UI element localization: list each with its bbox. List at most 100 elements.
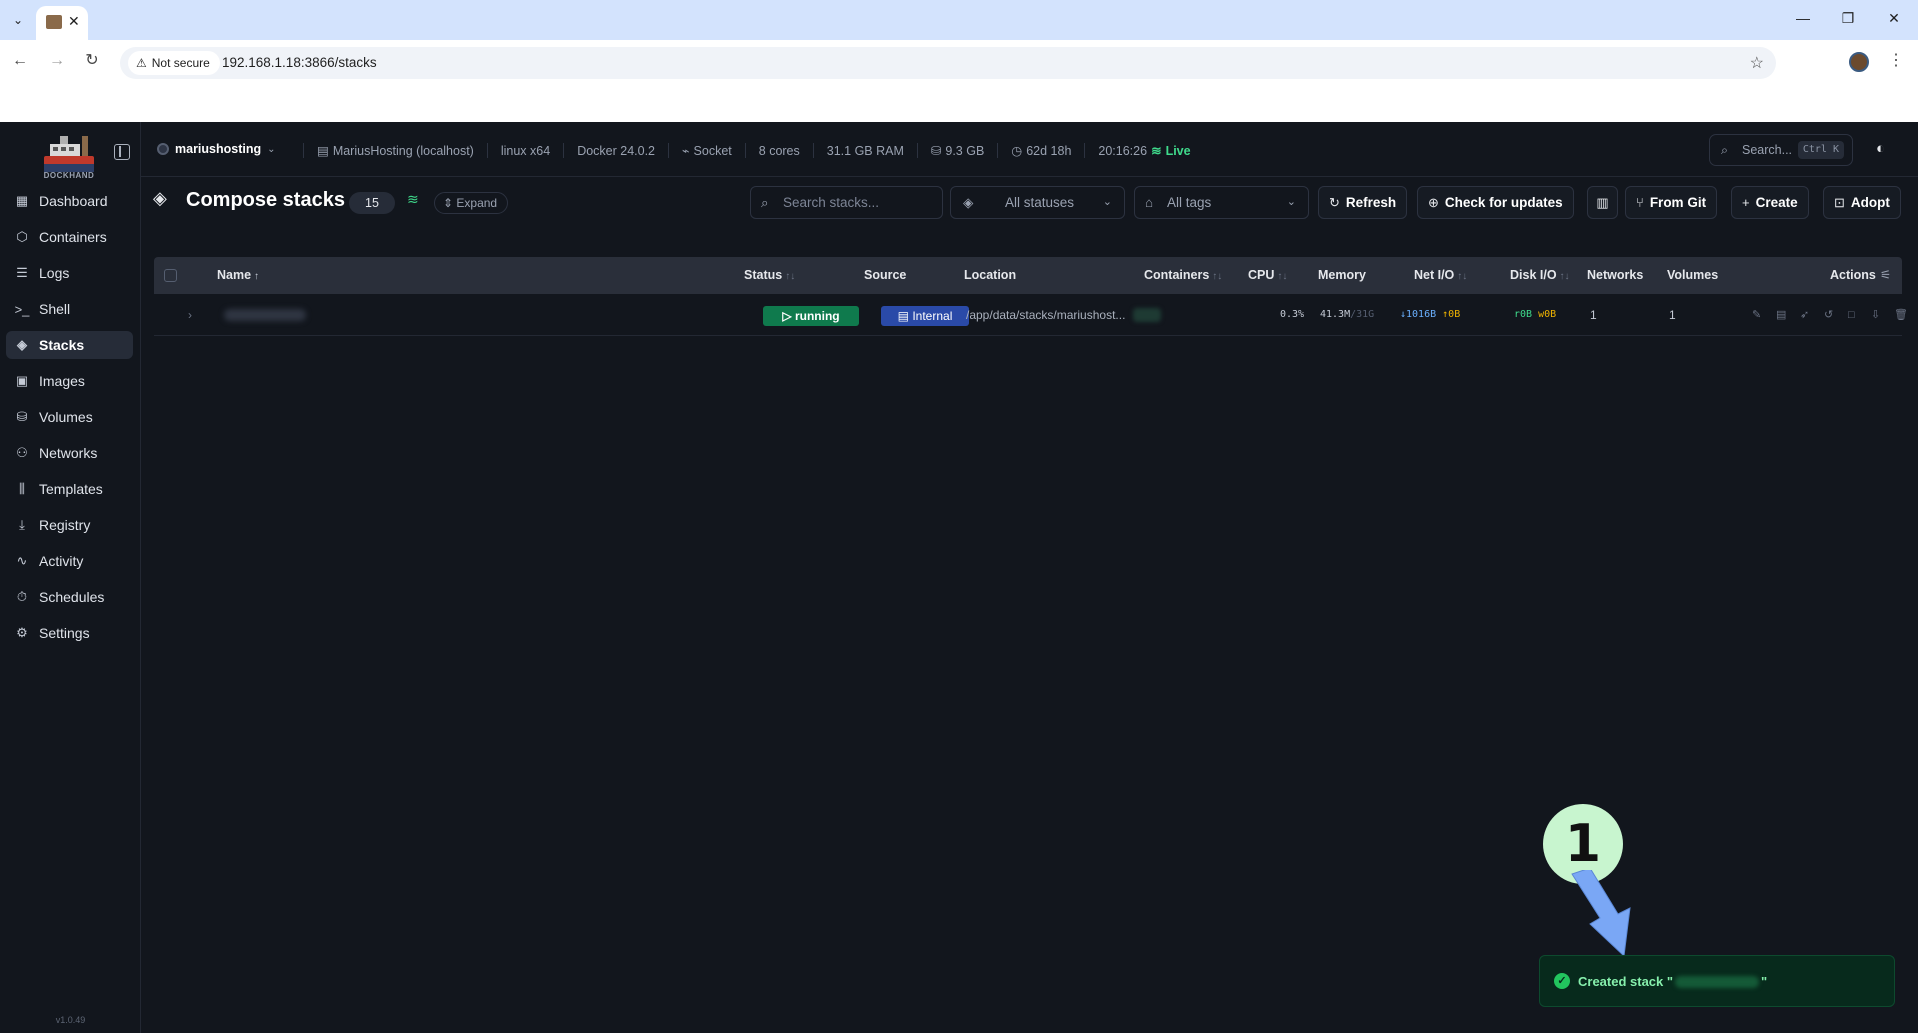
sidebar-item-images[interactable]: ▣ Images [6, 367, 133, 395]
stop-icon[interactable]: □ [1848, 294, 1855, 336]
sidebar-item-templates[interactable]: ⫼ Templates [6, 475, 133, 503]
column-net-io[interactable]: Net I/O ↑↓ [1414, 257, 1467, 295]
host-info: ▤ MariusHosting (localhost) [303, 143, 487, 158]
url-text[interactable]: 192.168.1.18:3866/stacks [222, 47, 377, 79]
delete-icon[interactable]: 🗑 [1894, 294, 1908, 336]
sidebar-item-volumes[interactable]: ⛁ Volumes [6, 403, 133, 431]
git-branch-icon: ⑂ [1636, 195, 1644, 210]
check-updates-button[interactable]: ⊕ Check for updates [1417, 186, 1574, 219]
sort-icon: ↑↓ [785, 271, 796, 282]
logs-icon[interactable]: ▤ [1776, 294, 1786, 336]
layout-toggle-button[interactable]: ▥ [1587, 186, 1618, 219]
host-label: MariusHosting (localhost) [332, 143, 474, 158]
column-containers[interactable]: Containers ↑↓ [1144, 257, 1222, 295]
edit-icon[interactable]: ✎ [1752, 294, 1761, 336]
refresh-button[interactable]: ↻ Refresh [1318, 186, 1408, 219]
column-status[interactable]: Status ↑↓ [744, 257, 795, 295]
down-icon[interactable]: ⇩ [1871, 294, 1880, 336]
activity-icon: ∿ [16, 553, 28, 568]
column-cpu[interactable]: CPU ↑↓ [1248, 257, 1287, 295]
global-search[interactable]: ⌕ Search... Ctrl K [1709, 134, 1853, 166]
sidebar-item-dashboard[interactable]: ▦ Dashboard [6, 187, 133, 215]
logo-text: DOCKHAND [43, 171, 95, 180]
search-stacks-input[interactable]: ⌕ Search stacks... [750, 186, 943, 219]
gear-icon: ⚙ [16, 625, 28, 640]
bookmark-star-icon[interactable]: ☆ [1750, 53, 1764, 73]
select-all-checkbox[interactable] [164, 269, 177, 282]
expand-label: Expand [456, 196, 498, 210]
tags-filter-value: All tags [1167, 195, 1212, 210]
memory-used: 41.3M [1320, 309, 1351, 320]
profile-avatar[interactable] [1849, 52, 1869, 72]
deploy-icon[interactable]: ➶ [1800, 294, 1809, 336]
sidebar-item-logs[interactable]: ☰ Logs [6, 259, 133, 287]
browser-menu-icon[interactable]: ⋮ [1888, 50, 1904, 70]
window-close-icon[interactable]: ✕ [1884, 10, 1904, 27]
from-git-button[interactable]: ⑂ From Git [1625, 186, 1718, 219]
platform-info: linux x64 [486, 143, 563, 158]
sidebar-item-networks[interactable]: ⚇ Networks [6, 439, 133, 467]
column-containers-label: Containers [1144, 268, 1210, 282]
time-label: 20:16:26 [1098, 143, 1148, 158]
table-header: Name ↑ Status ↑↓ Source Location Container… [154, 257, 1902, 294]
sort-icon: ↑↓ [1212, 271, 1223, 282]
restore-icon[interactable]: ❐ [1838, 10, 1858, 27]
sidebar-item-activity[interactable]: ∿ Activity [6, 547, 133, 575]
status-filter-select[interactable]: ◈ All statuses ⌄ [950, 186, 1125, 219]
tab-search-chevron-icon[interactable]: ⌄ [6, 8, 30, 32]
browser-tab[interactable]: ✕ [36, 6, 88, 40]
sidebar-item-settings[interactable]: ⚙ Settings [6, 619, 133, 647]
sidebar-item-registry[interactable]: ⤓ Registry [6, 511, 133, 539]
column-name[interactable]: Name ↑ [217, 257, 259, 295]
create-button[interactable]: + Create [1731, 186, 1809, 219]
ram-info: 31.1 GB RAM [812, 143, 917, 158]
adopt-label: Adopt [1850, 195, 1890, 210]
column-volumes: Volumes [1667, 268, 1719, 282]
sidebar-item-schedules[interactable]: ⏱ Schedules [6, 583, 133, 611]
refresh-label: Refresh [1345, 195, 1397, 210]
forward-icon[interactable]: → [46, 50, 68, 72]
disk-io-value: r0B w0B [1514, 294, 1556, 336]
column-disk-io[interactable]: Disk I/O ↑↓ [1510, 257, 1570, 295]
column-settings-icon[interactable]: ⚟ [1880, 257, 1891, 294]
theme-toggle-icon[interactable]: ◐ [1876, 140, 1885, 157]
check-updates-label: Check for updates [1444, 195, 1563, 210]
sidebar-item-label: Logs [39, 265, 70, 281]
sidebar-item-containers[interactable]: ⬡ Containers [6, 223, 133, 251]
refresh-icon: ↻ [1329, 195, 1340, 210]
table-row[interactable]: › ▷ running ▤ Internal /app/data/stacks/… [154, 294, 1908, 336]
adopt-button[interactable]: ⊡ Adopt [1823, 186, 1901, 219]
column-memory: Memory [1318, 268, 1366, 282]
chevron-down-icon: ⌄ [1102, 196, 1112, 208]
restart-icon[interactable]: ↺ [1824, 294, 1833, 336]
disk-write: w0B [1538, 309, 1557, 320]
expand-icon: ⇕ [443, 196, 454, 210]
docker-version: Docker 24.0.2 [563, 143, 668, 158]
sidebar-collapse-icon[interactable] [114, 144, 130, 160]
browser-tab-strip: ⌄ ✕ — ❐ ✕ [0, 0, 1918, 40]
expand-row-chevron-icon[interactable]: › [188, 294, 192, 336]
column-cpu-label: CPU [1248, 268, 1275, 282]
cores-info: 8 cores [744, 143, 813, 158]
chevron-down-icon: ⌄ [267, 143, 276, 155]
stack-name-redacted[interactable] [224, 309, 306, 321]
clock-info: 20:16:26 ≋ Live [1084, 143, 1203, 158]
layers-icon: ◈ [17, 337, 27, 352]
tab-close-icon[interactable]: ✕ [68, 13, 80, 30]
net-down: ↓1016B [1400, 309, 1437, 320]
tags-filter-select[interactable]: ⌂ All tags ⌄ [1134, 186, 1309, 219]
reload-icon[interactable]: ↻ [81, 50, 103, 72]
toast-message: Created stack " " [1578, 974, 1767, 989]
annotation-arrow-icon [1571, 870, 1631, 958]
address-bar[interactable]: ⚠ Not secure 192.168.1.18:3866/stacks ☆ [120, 47, 1776, 79]
sidebar-item-stacks[interactable]: ◈ Stacks [6, 331, 133, 359]
security-chip[interactable]: ⚠ Not secure [128, 51, 220, 75]
dashboard-icon: ▦ [15, 193, 29, 208]
minimize-icon[interactable]: — [1793, 10, 1813, 26]
back-icon[interactable]: ← [9, 50, 31, 72]
sidebar-item-shell[interactable]: >_ Shell [6, 295, 133, 323]
net-io-value: ↓1016B ↑0B [1400, 294, 1460, 336]
expand-button[interactable]: ⇕ Expand [434, 192, 509, 214]
source-label: Internal [912, 309, 953, 323]
environment-selector[interactable]: mariushosting ⌄ [157, 142, 276, 156]
